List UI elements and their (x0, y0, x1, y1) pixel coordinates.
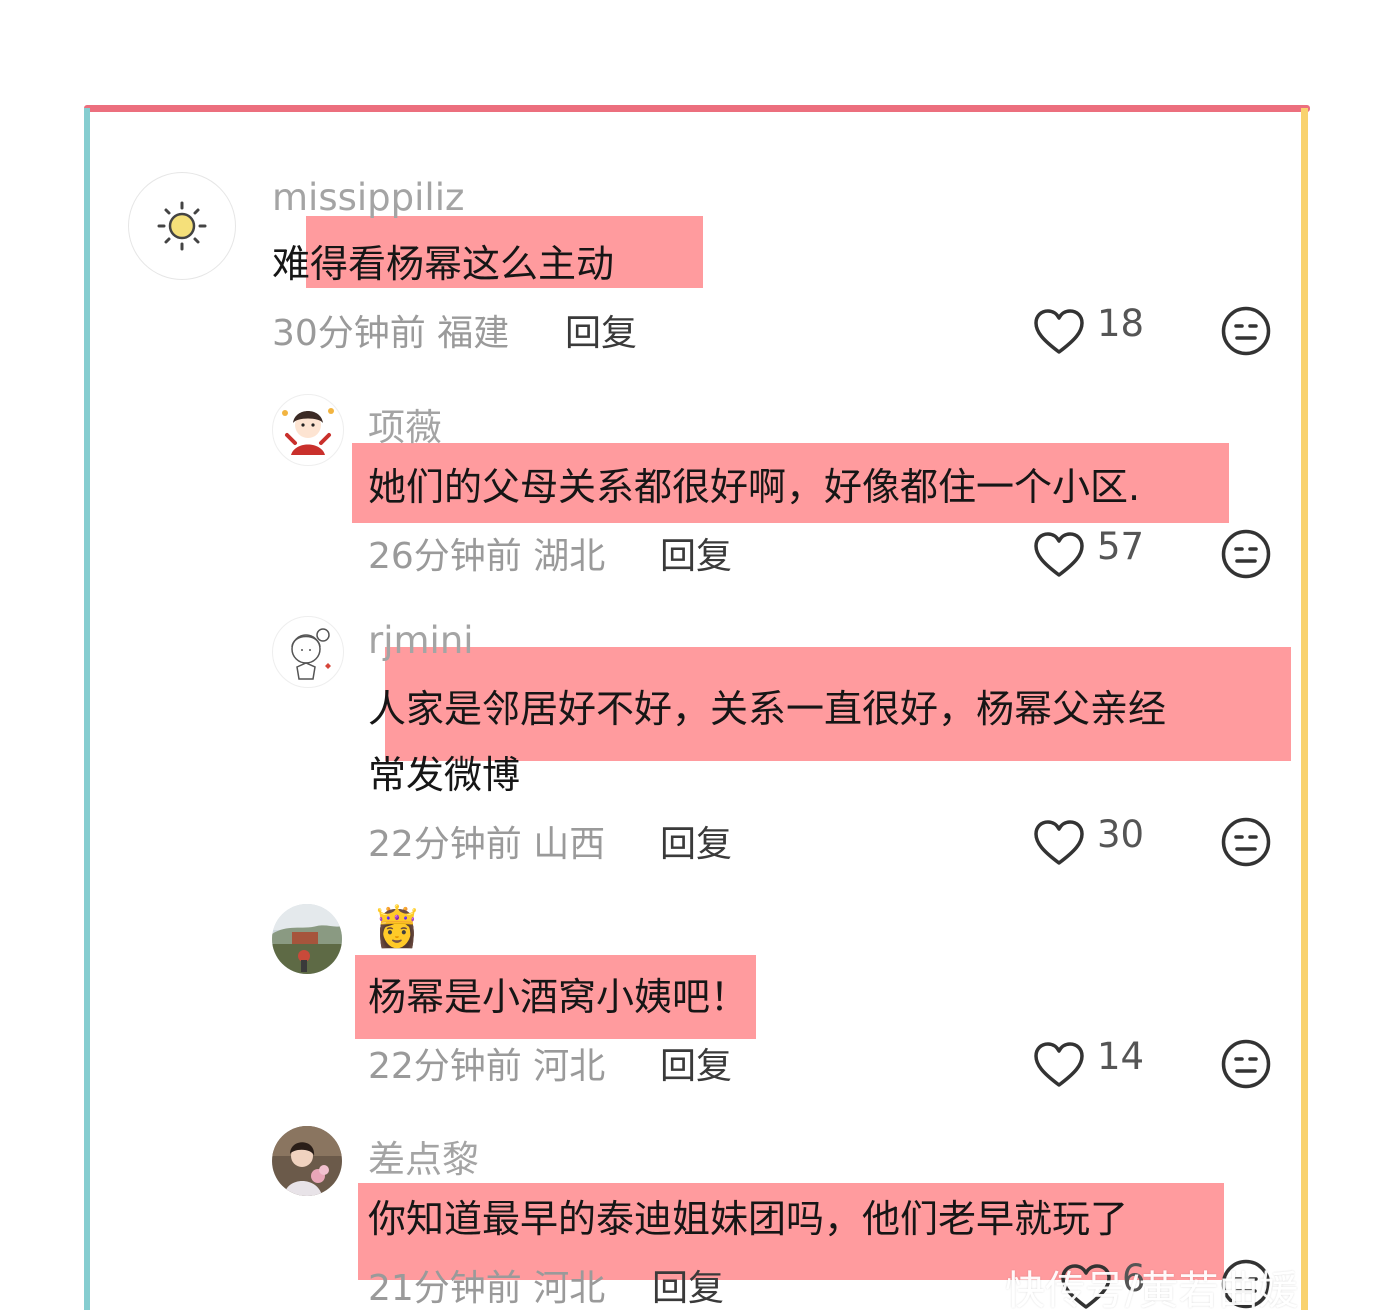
like-count: 57 (1097, 525, 1145, 568)
comment-time: 30分钟前 (272, 313, 426, 354)
comment-text: 你知道最早的泰迪姐妹团吗，他们老早就玩了 (368, 1197, 1129, 1241)
neutral-face-icon[interactable] (1220, 816, 1272, 868)
frame-top-border (84, 105, 1310, 112)
comment-meta: 30分钟前 福建 (272, 304, 509, 356)
username[interactable]: rjmini (368, 619, 474, 662)
landscape-photo-icon (272, 904, 342, 974)
frame-right-border (1301, 108, 1308, 1310)
comment-meta: 26分钟前 湖北 (368, 527, 605, 579)
neutral-face-icon[interactable] (1220, 528, 1272, 580)
comment-location: 山西 (533, 824, 606, 865)
neutral-face-icon[interactable] (1220, 305, 1272, 357)
comment-time: 22分钟前 (368, 1046, 522, 1087)
username[interactable]: 差点黎 (368, 1129, 479, 1183)
heart-icon[interactable] (1033, 308, 1085, 356)
like-count: 14 (1097, 1035, 1145, 1078)
comment-location: 湖北 (533, 536, 606, 577)
avatar[interactable] (272, 616, 344, 688)
comment-text-line: 常发微博 (368, 753, 521, 797)
reply-button[interactable]: 回复 (660, 1037, 732, 1089)
sun-icon (157, 201, 207, 251)
comment-text-line: 人家是邻居好不好，关系一直很好，杨幂父亲经 (368, 687, 1167, 731)
reply-button[interactable]: 回复 (660, 527, 732, 579)
username[interactable]: 项薇 (368, 397, 442, 451)
avatar[interactable] (272, 394, 344, 466)
comment-location: 河北 (533, 1046, 606, 1087)
comment-time: 22分钟前 (368, 824, 522, 865)
avatar[interactable] (128, 172, 236, 280)
heart-icon[interactable] (1033, 531, 1085, 579)
comment-text: 难得看杨幂这么主动 (272, 242, 615, 286)
heart-icon[interactable] (1033, 1041, 1085, 1089)
comment-meta: 22分钟前 山西 (368, 815, 605, 867)
comment-location: 河北 (533, 1268, 606, 1309)
sketch-girl-icon (291, 628, 331, 680)
reply-button[interactable]: 回复 (565, 304, 637, 356)
comment-meta: 22分钟前 河北 (368, 1037, 605, 1089)
comment-text: 杨幂是小酒窝小姨吧！ (368, 975, 749, 1019)
username[interactable]: 👸 (372, 903, 422, 950)
avatar[interactable] (272, 1126, 342, 1196)
comment-text: 她们的父母关系都很好啊，好像都住一个小区. (368, 465, 1141, 509)
frame-left-border (84, 108, 90, 1310)
avatar[interactable] (272, 904, 342, 974)
watermark: 快传号/黄若曲媛 (1005, 1268, 1299, 1314)
heart-icon[interactable] (1033, 819, 1085, 867)
comment-location: 福建 (437, 313, 510, 354)
reply-button[interactable]: 回复 (652, 1259, 724, 1311)
reply-button[interactable]: 回复 (660, 815, 732, 867)
comment-meta: 21分钟前 河北 (368, 1259, 605, 1311)
like-count: 18 (1097, 302, 1145, 345)
portrait-photo-icon (272, 1126, 342, 1196)
cartoon-girl-icon (282, 408, 334, 455)
username[interactable]: missippiliz (272, 176, 464, 219)
comment-time: 21分钟前 (368, 1268, 522, 1309)
like-count: 30 (1097, 813, 1145, 856)
comment-time: 26分钟前 (368, 536, 522, 577)
neutral-face-icon[interactable] (1220, 1038, 1272, 1090)
